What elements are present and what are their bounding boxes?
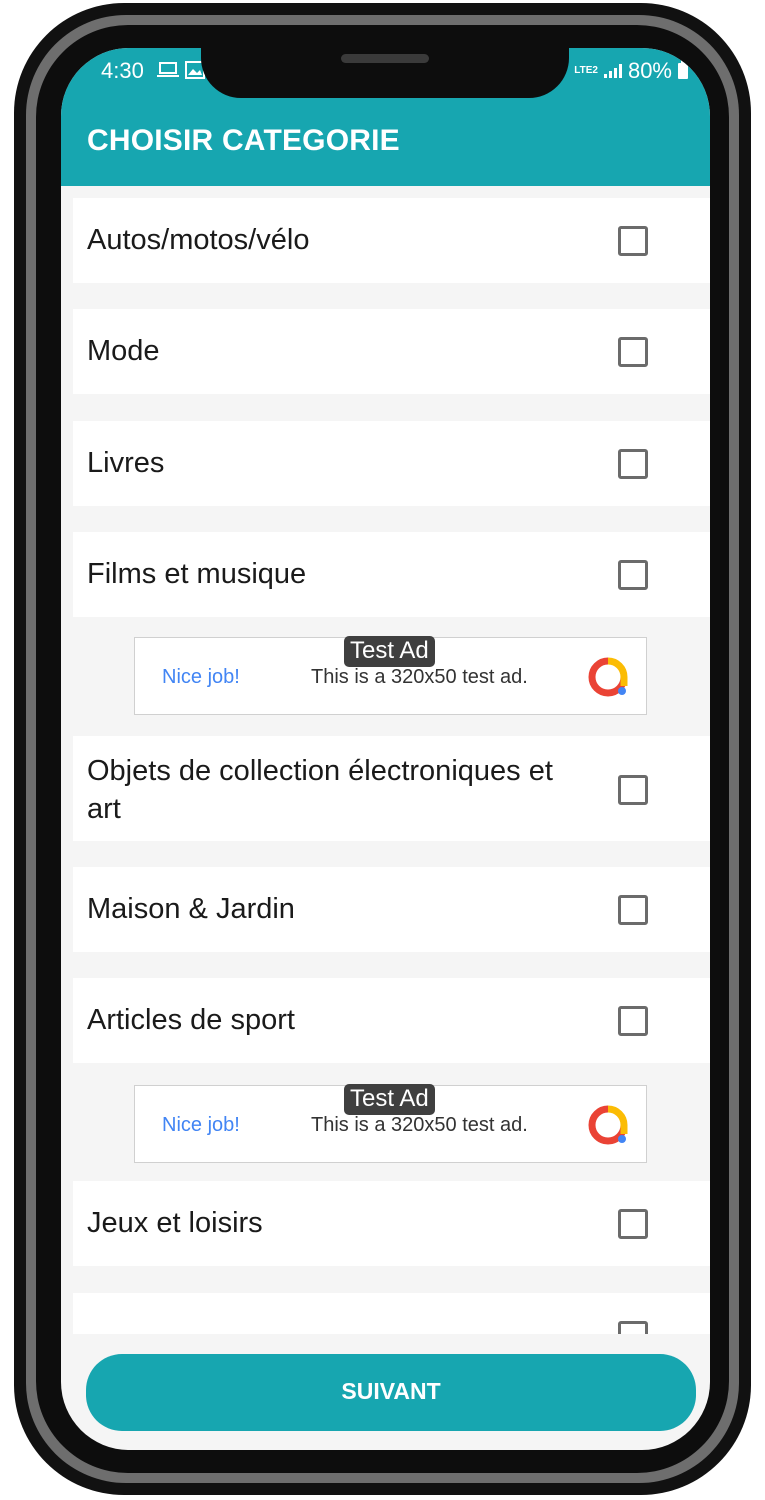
test-ad-tag: Test Ad bbox=[344, 1084, 435, 1115]
category-checkbox[interactable] bbox=[618, 226, 648, 256]
admob-logo-icon bbox=[588, 1105, 628, 1145]
category-label: Articles de sport bbox=[87, 1004, 295, 1036]
category-item-sport[interactable]: Articles de sport bbox=[73, 978, 710, 1063]
category-item-maison[interactable]: Maison & Jardin bbox=[73, 867, 710, 952]
signal-icon bbox=[603, 64, 622, 78]
category-label: Films et musique bbox=[87, 558, 307, 590]
ad-text: This is a 320x50 test ad. bbox=[311, 1114, 528, 1136]
battery-icon bbox=[678, 60, 688, 79]
ad-headline: Nice job! bbox=[162, 666, 240, 688]
category-list[interactable]: Autos/motos/vélo Mode Livres Films et mu… bbox=[61, 186, 710, 1334]
next-button[interactable]: SUIVANT bbox=[86, 1354, 696, 1431]
next-button-label: SUIVANT bbox=[341, 1378, 441, 1404]
category-item-autos[interactable]: Autos/motos/vélo bbox=[73, 198, 710, 283]
category-label: Objets de collection électroniques et ar… bbox=[87, 755, 553, 825]
app-bar: CHOISIR CATEGORIE bbox=[61, 98, 710, 186]
category-checkbox[interactable] bbox=[618, 895, 648, 925]
ad-banner[interactable]: Nice job! This is a 320x50 test ad. Test… bbox=[134, 636, 647, 715]
page-title: CHOISIR CATEGORIE bbox=[87, 124, 400, 157]
category-checkbox[interactable] bbox=[618, 775, 648, 805]
category-item-mode[interactable]: Mode bbox=[73, 309, 710, 394]
phone-screen: 4:30 LTE2 80% CHOISIR CATEGORIE Autos/mo… bbox=[61, 48, 710, 1450]
camera-notch bbox=[201, 48, 569, 98]
category-checkbox[interactable] bbox=[618, 337, 648, 367]
category-checkbox[interactable] bbox=[618, 1209, 648, 1239]
category-checkbox[interactable] bbox=[618, 1006, 648, 1036]
status-time: 4:30 bbox=[101, 58, 144, 83]
category-item-films[interactable]: Films et musique bbox=[73, 532, 710, 617]
laptop-icon bbox=[157, 61, 179, 77]
ad-headline: Nice job! bbox=[162, 1114, 240, 1136]
category-label: Maison & Jardin bbox=[87, 893, 295, 925]
category-item-jeux[interactable]: Jeux et loisirs bbox=[73, 1181, 710, 1266]
ad-text: This is a 320x50 test ad. bbox=[311, 666, 528, 688]
test-ad-tag: Test Ad bbox=[344, 636, 435, 667]
category-item-collection[interactable]: Objets de collection électroniques et ar… bbox=[73, 736, 710, 841]
category-checkbox[interactable] bbox=[618, 1321, 648, 1334]
status-right: LTE2 80% bbox=[574, 58, 688, 84]
category-label: Autos/motos/vélo bbox=[87, 224, 310, 256]
category-label: Livres bbox=[87, 447, 165, 479]
category-label: Mode bbox=[87, 335, 160, 367]
admob-logo-icon bbox=[588, 657, 628, 697]
category-checkbox[interactable] bbox=[618, 449, 648, 479]
ad-banner[interactable]: Nice job! This is a 320x50 test ad. Test… bbox=[134, 1084, 647, 1163]
network-type: LTE2 bbox=[574, 65, 598, 76]
category-item-livres[interactable]: Livres bbox=[73, 421, 710, 506]
battery-percent: 80% bbox=[627, 58, 672, 83]
status-left-icons bbox=[157, 58, 205, 81]
speaker-grille bbox=[341, 54, 429, 63]
category-item-partial[interactable] bbox=[73, 1293, 710, 1334]
category-label: Jeux et loisirs bbox=[87, 1207, 263, 1239]
category-checkbox[interactable] bbox=[618, 560, 648, 590]
